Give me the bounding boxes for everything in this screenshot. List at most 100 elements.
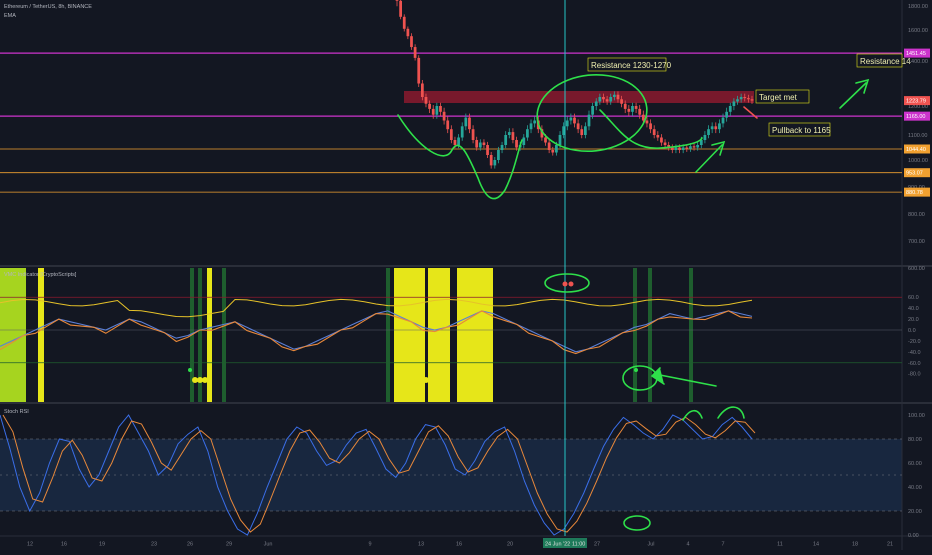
stoch-tick: 40.00 xyxy=(908,485,922,491)
candle-body xyxy=(736,99,739,102)
candle-body xyxy=(656,135,660,138)
candle-body xyxy=(558,135,562,145)
resistance-label: Resistance 1230-1270 xyxy=(591,61,672,70)
trading-chart[interactable]: Ethereum / TetherUS, 8h, BINANCE EMA VMC… xyxy=(0,0,932,550)
candle-body xyxy=(497,150,500,160)
candle-body xyxy=(420,83,424,97)
time-tick: 20 xyxy=(507,542,513,548)
price-tick: 1800.00 xyxy=(908,4,928,10)
candle-body xyxy=(663,142,667,145)
candle-body xyxy=(402,16,406,29)
lime-block xyxy=(0,268,26,402)
candle-body xyxy=(616,94,620,100)
candle-body xyxy=(587,114,591,127)
yellow-block-4 xyxy=(428,268,450,402)
time-tick: 14 xyxy=(813,542,819,548)
candle-body xyxy=(750,99,754,101)
candle-body xyxy=(627,108,631,112)
pullback-label: Pullback to 1165 xyxy=(772,126,831,135)
candle-body xyxy=(681,147,685,150)
candle-body xyxy=(725,111,729,118)
candle-body xyxy=(413,47,417,58)
vmc-tick: -40.0 xyxy=(908,350,921,356)
price-tag-label: 1223.79 xyxy=(906,99,926,105)
symbol-title: Ethereum / TetherUS, 8h, BINANCE xyxy=(4,4,92,10)
vmc-tick: 40.0 xyxy=(908,306,919,312)
candle-body xyxy=(612,94,616,97)
candle-body xyxy=(602,97,605,100)
resistance-zone xyxy=(404,91,754,103)
candle-body xyxy=(660,137,663,143)
stoch-tick: 20.00 xyxy=(908,509,922,515)
candle-body xyxy=(623,103,627,109)
candle-body xyxy=(714,126,718,130)
time-tick: 19 xyxy=(99,542,105,548)
time-tick: 12 xyxy=(27,542,33,548)
candle-body xyxy=(678,147,681,150)
candle-body xyxy=(547,142,551,150)
green-bar-5 xyxy=(633,268,637,402)
candle-body xyxy=(649,123,652,130)
candle-body xyxy=(417,57,421,84)
time-tick: 11 xyxy=(777,542,783,548)
price-tick: 1000.00 xyxy=(908,158,928,164)
stoch-tick: 0.00 xyxy=(908,533,919,539)
candle-body xyxy=(507,132,511,135)
candle-body xyxy=(493,160,497,166)
candle-body xyxy=(410,36,413,48)
chart-svg[interactable]: Ethereum / TetherUS, 8h, BINANCE EMA VMC… xyxy=(0,0,932,550)
stoch-axis: 100.00 80.00 60.00 40.00 20.00 0.00 xyxy=(908,413,925,539)
candle-body xyxy=(692,146,696,148)
candle-body xyxy=(598,97,602,102)
candle-body xyxy=(475,140,479,148)
price-tag-label: 1044.40 xyxy=(906,147,926,153)
time-tick: 13 xyxy=(418,542,424,548)
time-tick: 16 xyxy=(456,542,462,548)
indicator-label: EMA xyxy=(4,13,16,19)
time-tick: 27 xyxy=(594,542,600,548)
candle-body xyxy=(486,145,489,155)
candle-body xyxy=(583,126,587,135)
candle-body xyxy=(710,126,714,130)
candle-body xyxy=(460,126,464,138)
candle-body xyxy=(406,28,410,37)
price-tags: 1451.45 1223.79 1165.00 1044.40 953.07 880.78 xyxy=(904,48,930,197)
candle-body xyxy=(609,97,613,102)
time-tick: 18 xyxy=(852,542,858,548)
yellow-block-1 xyxy=(38,268,44,402)
time-tick: 29 xyxy=(226,542,232,548)
resistance-right-label: Resistance 14 xyxy=(860,57,911,66)
candle-body xyxy=(526,129,529,138)
candle-body xyxy=(739,97,743,100)
candle-body xyxy=(468,117,471,130)
candle-body xyxy=(594,101,598,106)
time-tick: 21 xyxy=(887,542,893,548)
yellow-block-2 xyxy=(207,268,212,402)
candle-body xyxy=(718,123,721,130)
candle-body xyxy=(515,140,518,148)
price-tag-label: 1165.00 xyxy=(906,114,925,120)
candle-body xyxy=(544,137,547,143)
candle-body xyxy=(478,142,482,148)
candle-body xyxy=(732,101,736,106)
price-tick: 1400.00 xyxy=(908,59,928,65)
candle-body xyxy=(504,135,508,145)
cursor-date-label: 24 Jun '22 xyxy=(545,542,570,548)
candle-body xyxy=(555,145,558,153)
vmc-tick: -60.0 xyxy=(908,361,921,367)
candle-body xyxy=(435,106,439,115)
candle-body xyxy=(442,111,446,121)
candle-body xyxy=(424,97,428,104)
candle-body xyxy=(565,120,569,127)
candle-body xyxy=(428,103,431,109)
candle-body xyxy=(569,117,573,121)
time-tick: 9 xyxy=(368,542,371,548)
time-tick: 7 xyxy=(721,542,724,548)
price-axis: 1800.001600.001400.001200.001100.001000.… xyxy=(908,4,928,272)
candle-body xyxy=(395,0,399,1)
candle-body xyxy=(471,129,475,140)
candle-body xyxy=(721,117,725,124)
green-bar-4 xyxy=(386,268,390,402)
vmc-tick: 0.0 xyxy=(908,328,916,334)
price-tick: 1600.00 xyxy=(908,28,928,34)
